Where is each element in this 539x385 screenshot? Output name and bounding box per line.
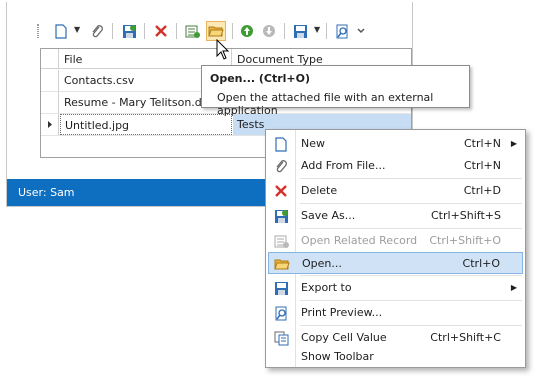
export-button[interactable] — [290, 21, 310, 41]
move-down-button[interactable] — [259, 21, 279, 41]
move-up-button[interactable] — [237, 21, 257, 41]
add-from-file-button[interactable] — [87, 21, 107, 41]
toolbar-options-button[interactable] — [351, 21, 371, 41]
paperclip-icon — [276, 159, 287, 172]
open-folder-icon — [208, 26, 224, 37]
menu-item-print-preview[interactable]: Print Preview... — [268, 302, 523, 324]
menu-item-new[interactable]: New Ctrl+N ▶ — [268, 133, 523, 155]
delete-x-icon — [155, 25, 167, 37]
menu-item-export-to[interactable]: Export to ▶ — [268, 277, 523, 299]
print-preview-icon — [336, 24, 347, 38]
row-pointer-icon — [48, 121, 52, 128]
export-icon — [274, 281, 288, 295]
mouse-cursor-icon — [216, 39, 230, 60]
new-button[interactable] — [51, 21, 71, 41]
print-preview-button[interactable] — [332, 21, 352, 41]
print-preview-icon — [275, 306, 286, 320]
tooltip-title: Open... (Ctrl+O) — [210, 72, 311, 85]
focused-row-indicator — [41, 114, 59, 135]
menu-item-show-toolbar[interactable]: Show Toolbar — [268, 346, 523, 368]
menu-item-save-as[interactable]: Save As... Ctrl+Shift+S — [268, 205, 523, 227]
delete-x-icon — [275, 185, 287, 197]
export-dropdown-arrow[interactable]: ▼ — [314, 25, 320, 34]
submenu-arrow-icon: ▶ — [510, 283, 517, 292]
submenu-arrow-icon: ▶ — [510, 139, 517, 148]
new-document-icon — [275, 136, 287, 152]
menu-item-add-from-file[interactable]: Add From File... Ctrl+N — [268, 155, 523, 177]
export-icon — [293, 24, 307, 38]
save-as-button[interactable] — [119, 21, 139, 41]
new-dropdown-arrow[interactable]: ▼ — [74, 25, 80, 34]
menu-item-delete[interactable]: Delete Ctrl+D — [268, 180, 523, 202]
paperclip-icon — [92, 24, 103, 37]
toolbar-grip[interactable] — [37, 24, 39, 38]
context-menu: New Ctrl+N ▶ Add From File... Ctrl+N Del… — [265, 129, 526, 368]
open-button[interactable] — [206, 21, 226, 41]
open-folder-icon — [274, 259, 290, 270]
open-related-record-button[interactable] — [182, 21, 202, 41]
arrow-down-circle-icon — [263, 25, 275, 37]
save-as-icon — [274, 209, 288, 223]
related-record-icon — [274, 235, 289, 248]
menu-item-open[interactable]: Open... Ctrl+O — [268, 252, 523, 274]
cell-file[interactable]: Untitled.jpg — [60, 114, 232, 135]
chevron-down-icon — [357, 28, 365, 34]
copy-cell-icon — [274, 331, 288, 345]
new-document-icon — [55, 23, 67, 39]
menu-item-open-related-record[interactable]: Open Related Record Ctrl+Shift+O — [268, 230, 523, 252]
toolbar: ▼ ▼ — [37, 20, 377, 42]
delete-button[interactable] — [151, 21, 171, 41]
open-tooltip: Open... (Ctrl+O) Open the attached file … — [201, 65, 470, 117]
save-as-icon — [122, 24, 136, 38]
arrow-up-circle-icon — [241, 25, 253, 37]
related-record-icon — [185, 25, 200, 38]
tooltip-description: Open the attached file with an external … — [217, 91, 434, 117]
